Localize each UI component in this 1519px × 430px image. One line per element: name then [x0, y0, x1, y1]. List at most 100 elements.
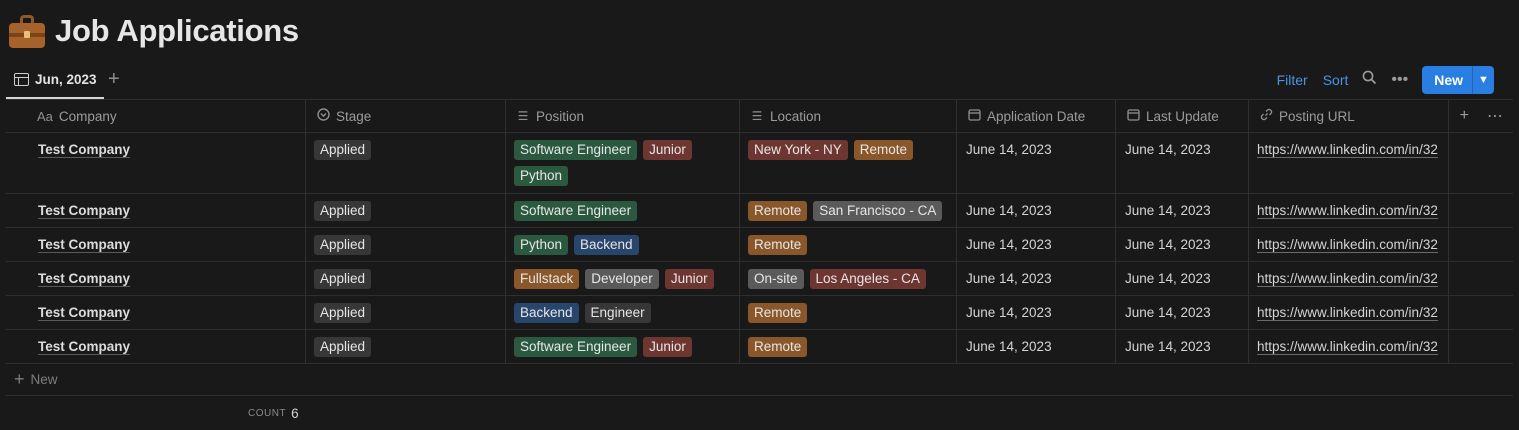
posting-url-cell[interactable]: https://www.linkedin.com/in/32 — [1249, 262, 1449, 295]
application-date-cell[interactable]: June 14, 2023 — [957, 262, 1116, 295]
last-update-cell[interactable]: June 14, 2023 — [1116, 228, 1249, 261]
application-date-cell[interactable]: June 14, 2023 — [957, 194, 1116, 227]
stage-tag: Applied — [314, 337, 372, 357]
company-cell[interactable]: Test Company — [6, 330, 306, 363]
position-tag: Python — [514, 235, 569, 255]
position-cell[interactable]: Python Backend — [506, 228, 740, 261]
briefcase-icon[interactable] — [8, 12, 46, 50]
location-tag: San Francisco - CA — [813, 201, 943, 221]
empty-cell — [1449, 262, 1513, 295]
application-date-cell[interactable]: June 14, 2023 — [957, 296, 1116, 329]
posting-url-cell[interactable]: https://www.linkedin.com/in/32 — [1249, 194, 1449, 227]
position-cell[interactable]: Software Engineer Junior Python — [506, 133, 740, 193]
position-tag: Junior — [643, 140, 692, 160]
last-update-cell[interactable]: June 14, 2023 — [1116, 194, 1249, 227]
posting-url-link[interactable]: https://www.linkedin.com/in/32 — [1257, 305, 1438, 321]
posting-url-link[interactable]: https://www.linkedin.com/in/32 — [1257, 142, 1438, 158]
posting-url-cell[interactable]: https://www.linkedin.com/in/32 — [1249, 330, 1449, 363]
posting-url-link[interactable]: https://www.linkedin.com/in/32 — [1257, 237, 1438, 253]
position-cell[interactable]: Software Engineer — [506, 194, 740, 227]
table-row[interactable]: Test Company Applied Software Engineer R… — [6, 194, 1513, 228]
company-name[interactable]: Test Company — [38, 203, 131, 219]
company-name[interactable]: Test Company — [38, 339, 131, 355]
calculation-row[interactable]: COUNT 6 — [6, 396, 1513, 430]
sort-button[interactable]: Sort — [1323, 72, 1349, 88]
application-date-cell[interactable]: June 14, 2023 — [957, 330, 1116, 363]
posting-url-link[interactable]: https://www.linkedin.com/in/32 — [1257, 203, 1438, 219]
stage-cell[interactable]: Applied — [306, 330, 506, 363]
table-row[interactable]: Test Company Applied Fullstack Developer J… — [6, 262, 1513, 296]
calendar-icon — [1126, 108, 1140, 124]
column-label: Posting URL — [1279, 108, 1355, 124]
application-date-cell[interactable]: June 14, 2023 — [957, 133, 1116, 193]
table-row[interactable]: Test Company Applied Software Engineer Ju… — [6, 330, 1513, 364]
filter-button[interactable]: Filter — [1277, 72, 1308, 88]
new-button-label[interactable]: New — [1422, 66, 1472, 94]
column-header-posting-url[interactable]: Posting URL — [1249, 100, 1449, 132]
search-icon[interactable] — [1362, 70, 1377, 90]
new-button[interactable]: New ▼ — [1422, 66, 1494, 94]
page-header: Job Applications — [8, 8, 299, 54]
company-cell[interactable]: Test Company — [6, 228, 306, 261]
location-cell[interactable]: Remote San Francisco - CA — [740, 194, 957, 227]
application-date-cell[interactable]: June 14, 2023 — [957, 228, 1116, 261]
stage-cell[interactable]: Applied — [306, 133, 506, 193]
location-cell[interactable]: Remote — [740, 296, 957, 329]
table-row[interactable]: Test Company Applied Backend Engineer Rem… — [6, 296, 1513, 330]
location-tag: Remote — [748, 201, 808, 221]
table-header: Aa Company Stage ☰ Position ☰ Location A… — [6, 99, 1513, 133]
company-name[interactable]: Test Company — [38, 237, 131, 253]
company-cell[interactable]: Test Company — [6, 296, 306, 329]
column-header-last-update[interactable]: Last Update — [1116, 100, 1249, 132]
link-icon — [1259, 108, 1273, 124]
location-cell[interactable]: Remote — [740, 228, 957, 261]
company-name[interactable]: Test Company — [38, 271, 131, 287]
page-title[interactable]: Job Applications — [55, 13, 299, 49]
chevron-down-icon[interactable]: ▼ — [1472, 66, 1494, 94]
last-update-cell[interactable]: June 14, 2023 — [1116, 330, 1249, 363]
stage-cell[interactable]: Applied — [306, 194, 506, 227]
more-options-icon[interactable]: ••• — [1391, 71, 1408, 89]
location-cell[interactable]: Remote — [740, 330, 957, 363]
company-name[interactable]: Test Company — [38, 142, 131, 158]
stage-cell[interactable]: Applied — [306, 262, 506, 295]
company-cell[interactable]: Test Company — [6, 262, 306, 295]
position-tag: Junior — [664, 269, 714, 289]
posting-url-cell[interactable]: https://www.linkedin.com/in/32 — [1249, 228, 1449, 261]
view-actions: Filter Sort ••• New ▼ — [1262, 66, 1494, 94]
location-cell[interactable]: On-site Los Angeles - CA — [740, 262, 957, 295]
column-header-location[interactable]: ☰ Location — [740, 100, 957, 132]
table-row[interactable]: Test Company Applied Python Backend Remot… — [6, 228, 1513, 262]
posting-url-cell[interactable]: https://www.linkedin.com/in/32 — [1249, 296, 1449, 329]
last-update-cell[interactable]: June 14, 2023 — [1116, 133, 1249, 193]
more-options-icon[interactable]: ⋯ — [1487, 106, 1503, 126]
column-header-position[interactable]: ☰ Position — [506, 100, 740, 132]
posting-url-link[interactable]: https://www.linkedin.com/in/32 — [1257, 339, 1438, 355]
column-header-company[interactable]: Aa Company — [6, 100, 306, 132]
table-row[interactable]: Test Company Applied Software Engineer Ju… — [6, 133, 1513, 194]
position-cell[interactable]: Software Engineer Junior — [506, 330, 740, 363]
column-header-application-date[interactable]: Application Date — [957, 100, 1116, 132]
position-cell[interactable]: Fullstack Developer Junior — [506, 262, 740, 295]
position-cell[interactable]: Backend Engineer — [506, 296, 740, 329]
stage-cell[interactable]: Applied — [306, 296, 506, 329]
location-tag: Los Angeles - CA — [809, 269, 926, 289]
add-property-icon[interactable]: + — [1460, 107, 1469, 125]
location-tag: Remote — [748, 303, 808, 323]
location-cell[interactable]: New York - NY Remote — [740, 133, 957, 193]
tab-jun-2023[interactable]: Jun, 2023 — [6, 62, 104, 99]
posting-url-link[interactable]: https://www.linkedin.com/in/32 — [1257, 271, 1438, 287]
calendar-icon — [967, 108, 981, 124]
last-update-cell[interactable]: June 14, 2023 — [1116, 296, 1249, 329]
last-update-cell[interactable]: June 14, 2023 — [1116, 262, 1249, 295]
company-cell[interactable]: Test Company — [6, 194, 306, 227]
count-value: 6 — [291, 405, 299, 421]
company-name[interactable]: Test Company — [38, 305, 131, 321]
posting-url-cell[interactable]: https://www.linkedin.com/in/32 — [1249, 133, 1449, 193]
column-header-stage[interactable]: Stage — [306, 100, 506, 132]
stage-cell[interactable]: Applied — [306, 228, 506, 261]
company-cell[interactable]: Test Company — [6, 133, 306, 193]
stage-tag: Applied — [314, 235, 372, 255]
add-view-button[interactable]: + — [108, 68, 120, 90]
add-row-button[interactable]: + New — [6, 364, 1513, 396]
